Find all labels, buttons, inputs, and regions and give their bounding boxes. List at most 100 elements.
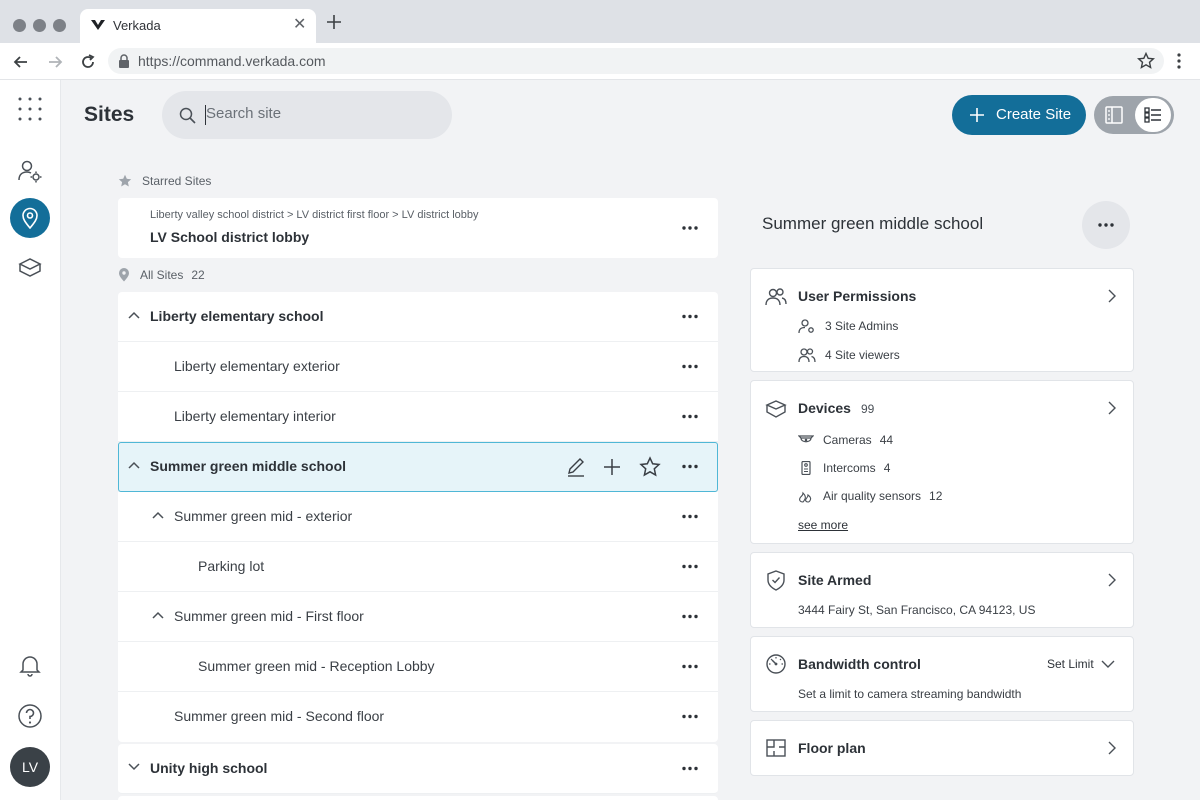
lock-icon	[119, 54, 129, 68]
more-options-icon[interactable]	[681, 414, 699, 419]
add-plus-icon[interactable]	[601, 456, 623, 478]
site-row-summer-first[interactable]: Summer green mid - First floor	[118, 592, 718, 642]
cameras-row: Cameras 44	[798, 433, 893, 447]
card-title: Devices 99	[798, 400, 874, 416]
site-row-liberty-interior[interactable]: Liberty elementary interior	[118, 392, 718, 442]
create-site-button[interactable]: Create Site	[952, 95, 1086, 135]
site-armed-card[interactable]: Site Armed 3444 Fairy St, San Francisco,…	[750, 552, 1134, 628]
window-close-dot[interactable]	[13, 19, 26, 32]
all-sites-label: All Sites	[140, 268, 184, 282]
list-view-icon	[1144, 107, 1161, 123]
browser-tab[interactable]: Verkada ✕	[80, 9, 316, 43]
more-options-icon[interactable]	[681, 714, 699, 719]
window-minimize-dot[interactable]	[33, 19, 46, 32]
site-row-summer-exterior[interactable]: Summer green mid - exterior	[118, 492, 718, 542]
starred-sites-heading: Starred Sites	[118, 174, 211, 188]
more-options-icon[interactable]	[681, 225, 699, 231]
site-viewers-row: 4 Site viewers	[798, 347, 900, 363]
plus-icon	[970, 108, 984, 122]
apps-grid-icon[interactable]	[17, 96, 43, 122]
chevron-right-icon[interactable]	[1108, 289, 1116, 303]
chevron-up-icon[interactable]	[128, 311, 140, 319]
site-label: Liberty elementary interior	[174, 408, 336, 424]
view-toggle[interactable]	[1094, 96, 1174, 134]
site-label: Liberty elementary school	[150, 308, 324, 324]
starred-sites-label: Starred Sites	[142, 174, 212, 188]
user-settings-icon[interactable]	[17, 158, 43, 184]
site-label: Parking lot	[198, 558, 265, 574]
see-more-link[interactable]: see more	[798, 518, 848, 532]
cameras-label: Cameras	[823, 433, 872, 447]
more-options-icon[interactable]	[681, 564, 699, 569]
tab-close-icon[interactable]: ✕	[293, 16, 306, 34]
page-title: Sites	[84, 103, 135, 126]
site-admins-text: 3 Site Admins	[825, 319, 899, 333]
site-row-unity[interactable]: Unity high school	[118, 744, 718, 794]
site-label: Summer green mid - First floor	[174, 608, 364, 624]
star-outline-icon[interactable]	[639, 456, 661, 478]
forward-icon[interactable]	[46, 53, 64, 71]
chevron-up-icon[interactable]	[152, 511, 164, 519]
site-label: Summer green mid - Second floor	[174, 708, 385, 724]
reload-icon[interactable]	[79, 53, 97, 71]
chevron-right-icon[interactable]	[1108, 741, 1116, 755]
more-options-icon[interactable]	[681, 464, 699, 469]
list-view-button[interactable]	[1135, 98, 1171, 132]
window-maximize-dot[interactable]	[53, 19, 66, 32]
chevron-up-icon[interactable]	[128, 461, 140, 469]
notifications-bell-icon[interactable]	[17, 652, 43, 678]
starred-site-name: LV School district lobby	[150, 229, 310, 245]
detail-more-options-button[interactable]	[1082, 201, 1130, 249]
cameras-count: 44	[879, 433, 894, 447]
devices-card[interactable]: Devices 99 Cameras 44 Intercoms 4 Air qua…	[750, 380, 1134, 544]
browser-tab-bar: Verkada ✕	[0, 0, 1200, 43]
devices-box-icon[interactable]	[17, 255, 43, 281]
search-input[interactable]: Search site	[162, 91, 452, 139]
help-icon[interactable]	[17, 703, 43, 729]
site-row-next[interactable]	[118, 796, 718, 800]
more-options-icon[interactable]	[681, 314, 699, 319]
site-row-summer-second[interactable]: Summer green mid - Second floor	[118, 692, 718, 742]
star-filled-icon	[118, 174, 132, 187]
user-avatar[interactable]: LV	[10, 747, 50, 787]
card-title: User Permissions	[798, 288, 917, 304]
more-options-icon[interactable]	[681, 364, 699, 369]
more-options-icon[interactable]	[681, 614, 699, 619]
more-options-icon[interactable]	[681, 664, 699, 669]
more-options-icon[interactable]	[681, 766, 699, 771]
site-row-reception[interactable]: Summer green mid - Reception Lobby	[118, 642, 718, 692]
site-label: Summer green mid - Reception Lobby	[198, 658, 435, 674]
sites-nav-button[interactable]	[10, 198, 50, 238]
site-row-summer-selected[interactable]: Summer green middle school	[118, 442, 718, 492]
site-row-liberty-exterior[interactable]: Liberty elementary exterior	[118, 342, 718, 392]
chevron-right-icon[interactable]	[1108, 573, 1116, 587]
edit-pencil-icon[interactable]	[565, 456, 587, 478]
site-row-liberty[interactable]: Liberty elementary school	[118, 292, 718, 342]
browser-menu-icon[interactable]	[1173, 52, 1185, 70]
devices-count: 99	[860, 402, 875, 416]
more-options-icon	[1098, 223, 1114, 227]
admin-icon	[798, 319, 814, 334]
bookmark-star-icon[interactable]	[1137, 52, 1155, 70]
site-label: Liberty elementary exterior	[174, 358, 340, 374]
more-options-icon[interactable]	[681, 514, 699, 519]
camera-dome-icon	[798, 435, 814, 443]
detail-panel-title: Summer green middle school	[762, 214, 984, 233]
verkada-logo-icon	[91, 20, 105, 30]
floor-plan-icon	[766, 739, 786, 757]
site-label: Summer green middle school	[150, 458, 347, 474]
url-field[interactable]: https://command.verkada.com	[108, 48, 1164, 74]
back-icon[interactable]	[12, 53, 30, 71]
split-view-icon[interactable]	[1105, 106, 1123, 124]
bandwidth-control-card[interactable]: Bandwidth control Set Limit Set a limit …	[750, 636, 1134, 712]
chevron-right-icon[interactable]	[1108, 401, 1116, 415]
gauge-icon	[766, 654, 786, 674]
starred-site-card[interactable]: Liberty valley school district > LV dist…	[118, 198, 718, 258]
user-permissions-card[interactable]: User Permissions 3 Site Admins 4 Site vi…	[750, 268, 1134, 372]
floor-plan-card[interactable]: Floor plan	[750, 720, 1134, 776]
site-row-parking[interactable]: Parking lot	[118, 542, 718, 592]
new-tab-icon[interactable]	[326, 14, 342, 30]
set-limit-dropdown[interactable]: Set Limit	[1047, 657, 1115, 671]
chevron-down-icon[interactable]	[128, 763, 140, 771]
chevron-up-icon[interactable]	[152, 611, 164, 619]
